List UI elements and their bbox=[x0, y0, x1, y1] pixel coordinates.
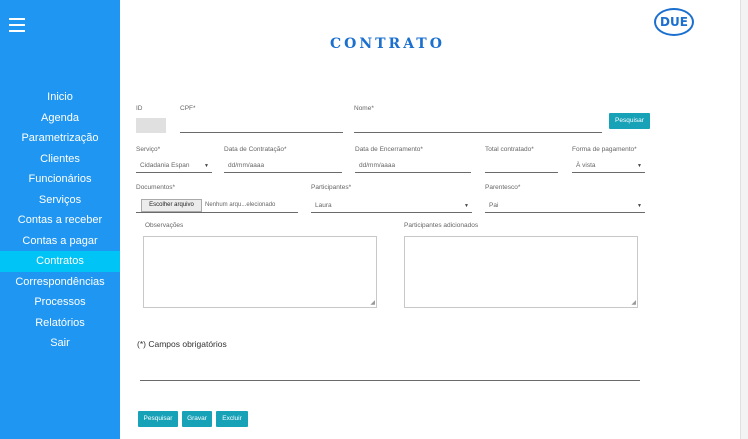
data-contratacao-label: Data de Contratação* bbox=[224, 146, 287, 153]
cpf-input[interactable] bbox=[180, 119, 343, 133]
resize-handle-icon[interactable]: ◢ bbox=[631, 300, 636, 306]
page-title: CONTRATO bbox=[330, 36, 445, 52]
chevron-down-icon: ▼ bbox=[637, 163, 642, 169]
total-label: Total contratado* bbox=[485, 146, 534, 153]
data-contratacao-input[interactable]: dd/mm/aaaa bbox=[224, 159, 342, 173]
observacoes-textarea[interactable]: ◢ bbox=[143, 236, 377, 308]
resize-handle-icon[interactable]: ◢ bbox=[370, 300, 375, 306]
sidebar-item-relatorios[interactable]: Relatórios bbox=[0, 313, 120, 334]
participantes-select[interactable]: Laura ▼ bbox=[311, 199, 472, 213]
sidebar-item-servicos[interactable]: Serviços bbox=[0, 190, 120, 211]
participantes-label: Participantes* bbox=[311, 184, 352, 191]
servico-select[interactable]: Cidadania Espan ▼ bbox=[136, 159, 212, 173]
nome-input[interactable] bbox=[354, 119, 602, 133]
parentesco-label: Parentesco* bbox=[485, 184, 521, 191]
sidebar-item-agenda[interactable]: Agenda bbox=[0, 108, 120, 129]
cpf-label: CPF* bbox=[180, 105, 196, 112]
gravar-button[interactable]: Gravar bbox=[182, 411, 212, 427]
chevron-down-icon: ▼ bbox=[464, 203, 469, 209]
hamburger-menu-icon[interactable] bbox=[9, 18, 25, 32]
participantes-value: Laura bbox=[315, 202, 332, 209]
required-fields-note: (*) Campos obrigatórios bbox=[137, 339, 227, 349]
id-label: ID bbox=[136, 105, 143, 112]
sidebar-item-contas-a-pagar[interactable]: Contas a pagar bbox=[0, 231, 120, 252]
participantes-adicionados-label: Participantes adicionados bbox=[404, 222, 479, 229]
file-status: Nenhum arqu...elecionado bbox=[205, 202, 276, 208]
choose-file-button[interactable]: Escolher arquivo bbox=[141, 199, 202, 212]
divider bbox=[140, 380, 640, 381]
data-encerramento-input[interactable]: dd/mm/aaaa bbox=[355, 159, 471, 173]
participantes-adicionados-textarea[interactable]: ◢ bbox=[404, 236, 638, 308]
pesquisar-button[interactable]: Pesquisar bbox=[138, 411, 178, 427]
chevron-down-icon: ▼ bbox=[637, 203, 642, 209]
sidebar-item-parametrizacao[interactable]: Parametrização bbox=[0, 128, 120, 149]
observacoes-label: Observações bbox=[145, 222, 184, 229]
excluir-button[interactable]: Excluir bbox=[216, 411, 248, 427]
sidebar-item-clientes[interactable]: Clientes bbox=[0, 149, 120, 170]
sidebar-item-correspondencias[interactable]: Correspondências bbox=[0, 272, 120, 293]
servico-value: Cidadania Espan bbox=[140, 162, 190, 169]
id-field[interactable] bbox=[136, 118, 166, 133]
data-encerramento-label: Data de Encerramento* bbox=[355, 146, 423, 153]
main-header: CONTRATO DUE bbox=[120, 0, 740, 87]
forma-pagamento-select[interactable]: À vista ▼ bbox=[572, 159, 645, 173]
forma-pagamento-value: À vista bbox=[576, 162, 596, 169]
sidebar-nav: Inicio Agenda Parametrização Clientes Fu… bbox=[0, 87, 120, 354]
parentesco-value: Pai bbox=[489, 202, 499, 209]
servico-label: Serviço* bbox=[136, 146, 161, 153]
sidebar-item-sair[interactable]: Sair bbox=[0, 333, 120, 354]
sidebar-item-contratos[interactable]: Contratos bbox=[0, 251, 120, 272]
pesquisar-cpf-button[interactable]: Pesquisar bbox=[609, 113, 650, 129]
sidebar: Inicio Agenda Parametrização Clientes Fu… bbox=[0, 0, 120, 439]
sidebar-item-funcionarios[interactable]: Funcionários bbox=[0, 169, 120, 190]
chevron-down-icon: ▼ bbox=[204, 163, 209, 169]
nome-label: Nome* bbox=[354, 105, 374, 112]
parentesco-select[interactable]: Pai ▼ bbox=[485, 199, 645, 213]
sidebar-item-processos[interactable]: Processos bbox=[0, 292, 120, 313]
sidebar-item-inicio[interactable]: Inicio bbox=[0, 87, 120, 108]
total-input[interactable] bbox=[485, 159, 558, 173]
documentos-label: Documentos* bbox=[136, 184, 176, 191]
forma-pagamento-label: Forma de pagamento* bbox=[572, 146, 637, 153]
vertical-scrollbar[interactable] bbox=[740, 0, 748, 439]
due-logo: DUE bbox=[654, 8, 694, 36]
sidebar-item-contas-a-receber[interactable]: Contas a receber bbox=[0, 210, 120, 231]
